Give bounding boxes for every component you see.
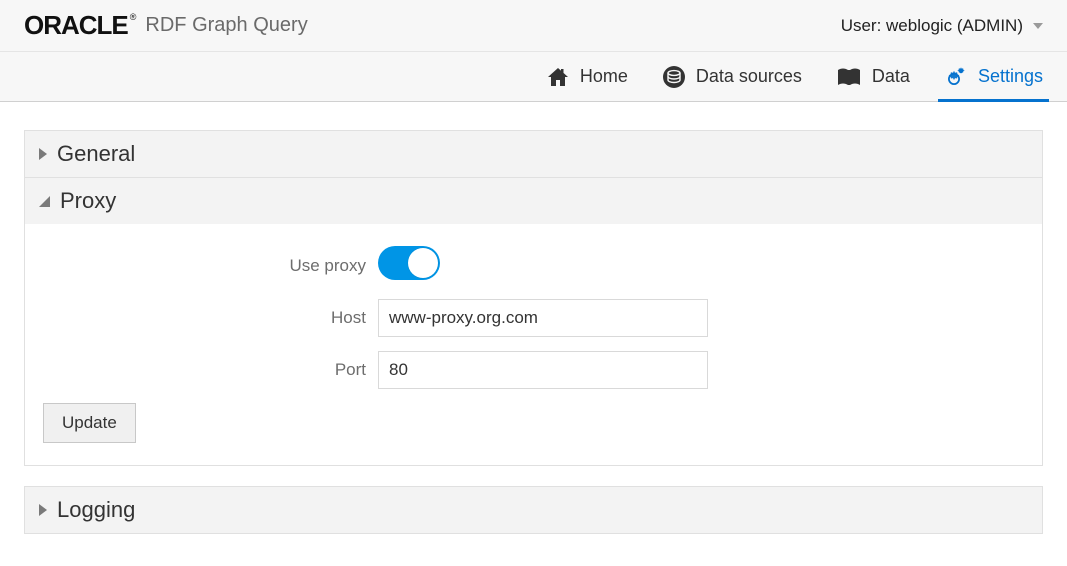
database-icon bbox=[662, 65, 686, 89]
row-use-proxy: Use proxy bbox=[43, 246, 1024, 285]
chevron-down-icon bbox=[1033, 23, 1043, 29]
brand-logo: ORACLE® bbox=[24, 10, 135, 41]
panel-proxy-header[interactable]: Proxy bbox=[25, 178, 1042, 224]
chevron-right-icon bbox=[39, 148, 47, 160]
nav-data[interactable]: Data bbox=[836, 52, 910, 101]
panel-logging: Logging bbox=[24, 486, 1043, 534]
use-proxy-label: Use proxy bbox=[43, 256, 378, 276]
port-label: Port bbox=[43, 360, 378, 380]
nav-home[interactable]: Home bbox=[546, 52, 628, 101]
panel-general-header[interactable]: General bbox=[25, 131, 1042, 177]
nav-home-label: Home bbox=[580, 66, 628, 87]
panel-logging-header[interactable]: Logging bbox=[25, 487, 1042, 533]
chevron-right-icon bbox=[39, 504, 47, 516]
nav-settings-label: Settings bbox=[978, 66, 1043, 87]
use-proxy-toggle[interactable] bbox=[378, 246, 440, 280]
host-label: Host bbox=[43, 308, 378, 328]
panel-general-title: General bbox=[57, 141, 135, 167]
panel-general: General bbox=[24, 130, 1043, 178]
nav-data-label: Data bbox=[872, 66, 910, 87]
port-input[interactable] bbox=[378, 351, 708, 389]
panel-proxy: Proxy Use proxy Host Port bbox=[24, 178, 1043, 466]
row-host: Host bbox=[43, 299, 1024, 337]
top-bar: ORACLE® RDF Graph Query User: weblogic (… bbox=[0, 0, 1067, 52]
panel-logging-title: Logging bbox=[57, 497, 135, 523]
book-icon bbox=[836, 66, 862, 88]
home-icon bbox=[546, 66, 570, 88]
settings-content: General Proxy Use proxy Host bbox=[0, 102, 1067, 534]
row-port: Port bbox=[43, 351, 1024, 389]
panel-proxy-body: Use proxy Host Port bbox=[25, 224, 1042, 465]
nav-data-sources[interactable]: Data sources bbox=[662, 52, 802, 101]
host-input[interactable] bbox=[378, 299, 708, 337]
toggle-knob bbox=[408, 248, 438, 278]
proxy-actions: Update bbox=[43, 403, 1024, 443]
brand-text: ORACLE bbox=[24, 10, 128, 41]
update-button[interactable]: Update bbox=[43, 403, 136, 443]
panel-proxy-title: Proxy bbox=[60, 188, 116, 214]
nav-bar: Home Data sources Data Settings bbox=[0, 52, 1067, 102]
nav-data-sources-label: Data sources bbox=[696, 66, 802, 87]
user-label: User: weblogic (ADMIN) bbox=[841, 16, 1023, 36]
user-menu[interactable]: User: weblogic (ADMIN) bbox=[841, 16, 1043, 36]
chevron-expanded-icon bbox=[39, 196, 50, 207]
brand-reg: ® bbox=[130, 12, 136, 22]
app-title: RDF Graph Query bbox=[145, 14, 307, 37]
gear-icon bbox=[944, 65, 968, 89]
nav-settings[interactable]: Settings bbox=[944, 52, 1043, 101]
